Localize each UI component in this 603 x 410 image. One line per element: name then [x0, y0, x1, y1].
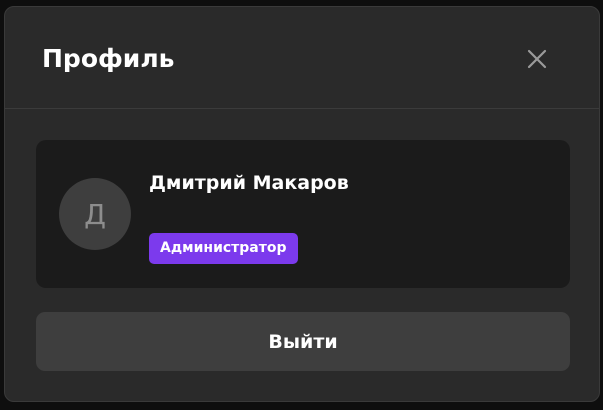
- role-badge: Администратор: [149, 233, 298, 264]
- modal-title: Профиль: [42, 44, 175, 73]
- logout-button[interactable]: Выйти: [36, 312, 570, 371]
- profile-modal: Профиль Д Дмитрий Макаров Администратор …: [4, 6, 600, 402]
- modal-header: Профиль: [5, 7, 599, 109]
- avatar: Д: [59, 178, 131, 250]
- profile-card: Д Дмитрий Макаров Администратор: [36, 140, 570, 288]
- user-name: Дмитрий Макаров: [149, 172, 349, 194]
- close-icon: [527, 49, 547, 69]
- close-button[interactable]: [521, 43, 553, 75]
